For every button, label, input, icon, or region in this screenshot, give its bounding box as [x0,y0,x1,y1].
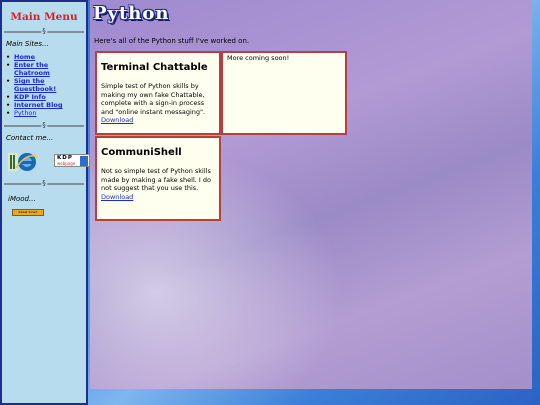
coming-soon-card: More coming soon! [221,51,347,135]
divider-ornament-icon: § [41,27,47,36]
coming-soon-text: More coming soon! [227,54,290,62]
project-description: Simple test of Python skills by making m… [101,82,206,116]
nav-link-guestbook[interactable]: Sign the Guestbook! [14,77,56,93]
project-description: Not so simple test of Python skills made… [101,167,211,192]
imood-label: iMood... [8,195,36,203]
kdp-badge[interactable]: KDP webpage [54,154,90,167]
sidebar-title: Main Menu [10,11,78,23]
project-title: Terminal Chattable [101,62,208,73]
page-title-logo: Python [93,3,170,24]
kdp-badge-icon [80,156,88,166]
divider-ornament-icon: § [41,179,47,188]
imood-status-badge[interactable]: Sweet Smart [12,209,44,216]
divider-ornament-icon: § [41,121,47,130]
sidebar-nav: Home Enter the Chatroom Sign the Guestbo… [6,53,86,117]
nav-item-home: Home [6,53,86,61]
nav-item-python: Python [6,109,86,117]
project-card-terminal-chattable: Terminal Chattable Simple test of Python… [95,51,221,135]
nav-item-kdp-info: KDP Info [6,93,86,101]
nav-item-chatroom: Enter the Chatroom [6,61,86,77]
nav-item-guestbook: Sign the Guestbook! [6,77,86,93]
nav-link-python[interactable]: Python [14,109,37,117]
download-link[interactable]: Download [101,116,133,124]
internet-explorer-icon[interactable] [8,151,38,173]
intro-text: Here's all of the Python stuff I've work… [94,37,250,45]
kdp-badge-subtext: webpage [57,161,76,166]
download-link[interactable]: Download [101,193,133,201]
sidebar: Main Menu § Main Sites... Home Enter the… [0,0,90,405]
nav-item-blog: Internet Blog [6,101,86,109]
contact-label: Contact me... [6,134,54,142]
contact-badges: KDP webpage [8,151,90,175]
nav-link-home[interactable]: Home [14,53,35,61]
sidebar-divider: § [4,27,84,36]
project-title: CommuniShell [101,147,182,158]
nav-link-blog[interactable]: Internet Blog [14,101,62,109]
project-card-communishell: CommuniShell Not so simple test of Pytho… [95,136,221,221]
nav-link-chatroom[interactable]: Enter the Chatroom [14,61,50,77]
sidebar-divider: § [4,121,84,130]
main-content: Python Here's all of the Python stuff I'… [90,0,532,389]
nav-link-kdp-info[interactable]: KDP Info [14,93,46,101]
sidebar-divider: § [4,179,84,188]
main-sites-label: Main Sites... [6,40,49,48]
